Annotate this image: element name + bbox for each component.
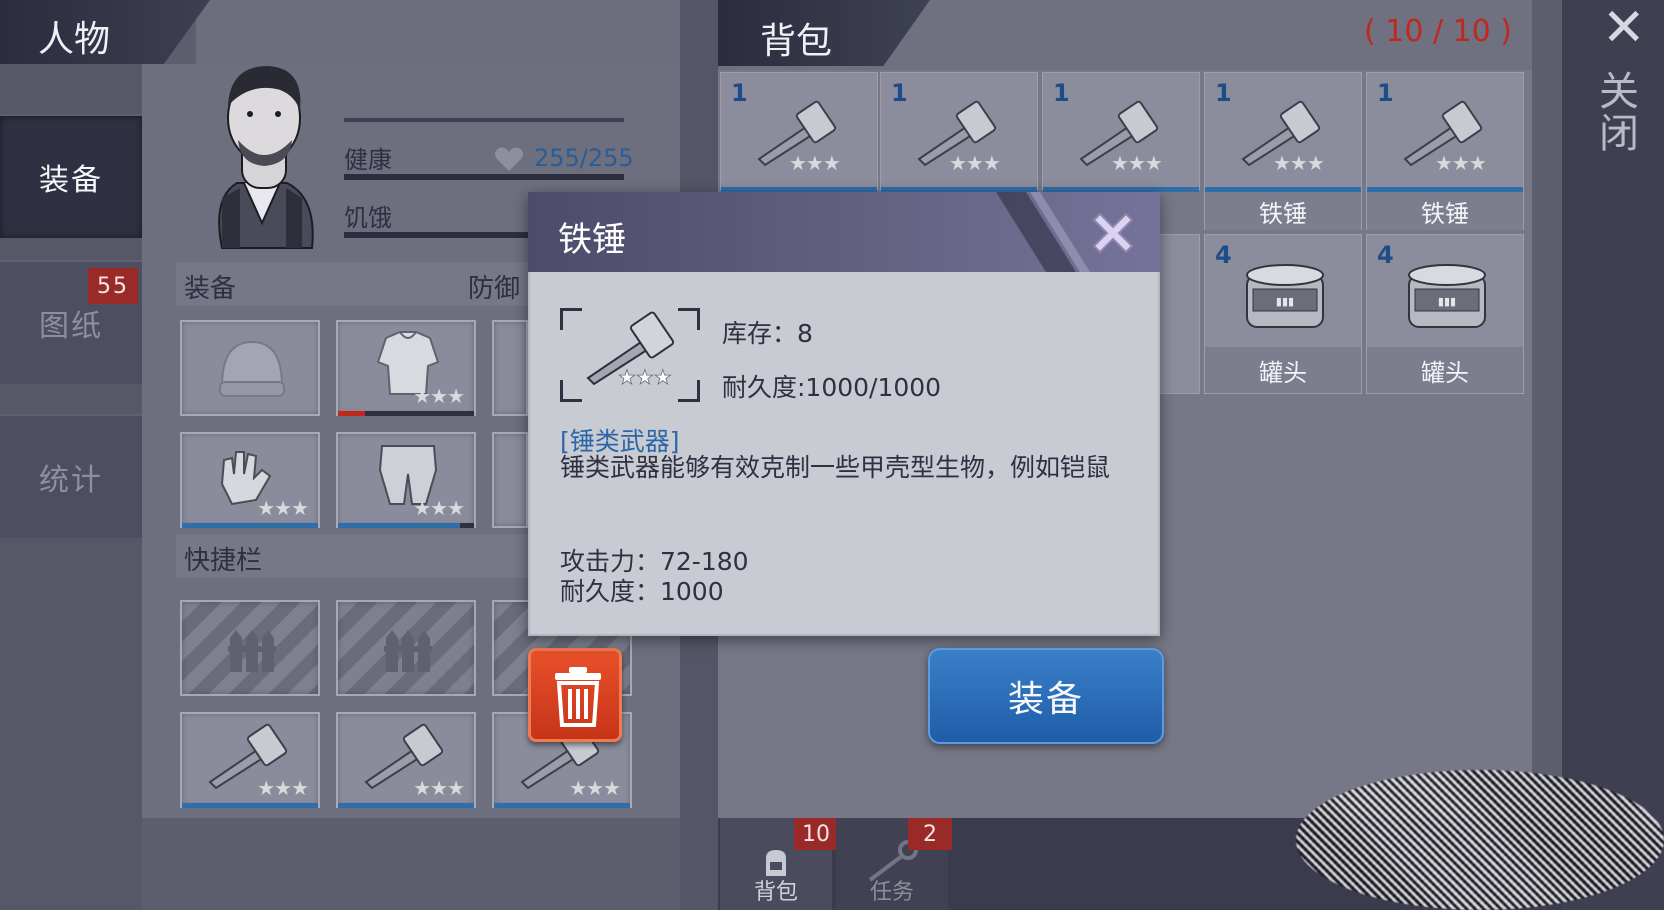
equip-slot-body[interactable]: ★★★ (336, 320, 476, 416)
inventory-slot-qty: 1 (1053, 79, 1070, 107)
tab-statistics[interactable]: 统计 (0, 414, 142, 538)
inventory-slot-can-1[interactable]: 4 ▮▮▮ 罐头 (1204, 234, 1362, 394)
quickbar-section-title: 快捷栏 (184, 546, 263, 576)
equip-hands-stars: ★★★ (257, 496, 309, 520)
inventory-slot-qty: 1 (1215, 79, 1232, 107)
equip-slot-partial-2[interactable] (492, 432, 528, 528)
tab-blueprints-label: 图纸 (39, 309, 103, 344)
fence-icon (384, 630, 432, 672)
can-icon: ▮▮▮ (1408, 264, 1486, 328)
tab-equipment[interactable]: 装备 (0, 114, 142, 238)
popup-durability: 耐久度：1000 (560, 577, 724, 606)
tab-backpack[interactable]: 10 背包 (720, 818, 838, 910)
inventory-slot-stars: ★★★ (949, 151, 1001, 175)
inventory-capacity: ( 10 / 10 ) (1364, 14, 1513, 49)
inventory-slot-stars: ★★★ (1435, 151, 1487, 175)
close-icon[interactable]: ✕ (1602, 2, 1646, 54)
quickbar-hammer-2-stars: ★★★ (413, 776, 465, 800)
inventory-slot-2[interactable]: 1 ★★★ (880, 72, 1038, 192)
fence-icon (228, 630, 276, 672)
beanie-icon (219, 340, 285, 397)
svg-text:▮▮▮: ▮▮▮ (1276, 295, 1294, 308)
can-icon: ▮▮▮ (1246, 264, 1324, 328)
inventory-slot-name: 罐头 (1367, 347, 1523, 393)
trash-icon (555, 667, 601, 727)
inventory-slot-stars: ★★★ (1111, 151, 1163, 175)
inventory-slot-name: 罐头 (1205, 347, 1361, 393)
equip-slot-partial-1[interactable] (492, 320, 528, 416)
popup-stock: 库存：8 (722, 319, 813, 348)
popup-close-button[interactable] (1084, 204, 1142, 262)
equip-legs-stars: ★★★ (413, 496, 465, 520)
hammer-icon: ★★★ (586, 311, 675, 388)
quickbar-slot-locked-1[interactable] (180, 600, 320, 696)
discard-button[interactable] (528, 648, 622, 742)
popup-durability-ratio: 耐久度:1000/1000 (722, 373, 942, 402)
equipment-section-title: 装备 (184, 274, 237, 304)
equip-button-label: 装备 (1007, 679, 1084, 720)
tab-backpack-label: 背包 (753, 880, 798, 905)
popup-title: 铁锤 (558, 220, 626, 260)
character-portrait (218, 66, 314, 249)
equip-legs-durability (338, 523, 474, 528)
quickbar-slot-hammer-1[interactable]: ★★★ (180, 712, 320, 808)
character-header-title: 人物 (38, 19, 111, 60)
quickbar-hammer-3-stars: ★★★ (569, 776, 621, 800)
quickbar-hammer-3-durability (494, 803, 630, 808)
tab-blueprints[interactable]: 图纸 55 (0, 260, 142, 384)
equip-slot-hands[interactable]: ★★★ (180, 432, 320, 528)
inventory-slot-qty: 4 (1215, 241, 1232, 269)
equip-body-durability (338, 411, 474, 416)
inventory-slot-can-2[interactable]: 4 ▮▮▮ 罐头 (1366, 234, 1524, 394)
inventory-slot-qty: 4 (1377, 241, 1394, 269)
inventory-slot-qty: 1 (891, 79, 908, 107)
equip-slot-head[interactable] (180, 320, 320, 416)
blueprints-badge: 55 (88, 268, 138, 304)
inventory-header-title: 背包 (760, 21, 833, 62)
missions-badge: 2 (908, 818, 952, 850)
noise-overlay (1296, 770, 1664, 910)
stats-divider (344, 118, 624, 122)
quickbar-hammer-1-stars: ★★★ (257, 776, 309, 800)
quickbar-hammer-1-durability (182, 803, 318, 808)
backpack-badge: 10 (794, 818, 838, 850)
defense-label: 防御 (468, 274, 521, 304)
svg-text:▮▮▮: ▮▮▮ (1438, 295, 1456, 308)
quickbar-slot-hammer-2[interactable]: ★★★ (336, 712, 476, 808)
quickbar-slot-locked-2[interactable] (336, 600, 476, 696)
equip-slot-legs[interactable]: ★★★ (336, 432, 476, 528)
frame-corner-tl (560, 308, 582, 330)
inventory-slot-qty: 1 (1377, 79, 1394, 107)
heart-icon (494, 147, 524, 171)
inventory-slot-3[interactable]: 1 ★★★ (1042, 72, 1200, 192)
inventory-slot-5[interactable]: 1 ★★★ 铁锤 (1366, 72, 1524, 230)
inventory-slot-stars: ★★★ (789, 151, 841, 175)
equip-hands-durability (182, 523, 318, 528)
inventory-slot-1[interactable]: 1 ★★★ (720, 72, 878, 192)
equip-body-stars: ★★★ (413, 384, 465, 408)
inventory-slot-name: 铁锤 (1367, 192, 1523, 230)
health-label: 健康 (344, 146, 392, 174)
health-bar (344, 174, 624, 180)
character-header: 人物 (0, 0, 210, 64)
inventory-slot-name: 铁锤 (1205, 192, 1361, 230)
health-value: 255/255 (534, 144, 634, 172)
inventory-slot-qty: 1 (731, 79, 748, 107)
hunger-label: 饥饿 (344, 204, 392, 232)
inventory-slot-stars: ★★★ (1273, 151, 1325, 175)
tab-missions-label: 任务 (869, 880, 914, 905)
tab-statistics-label: 统计 (39, 463, 103, 498)
svg-text:★★★: ★★★ (618, 365, 672, 388)
tab-missions[interactable]: 2 任务 (836, 818, 952, 910)
close-x-icon (1092, 212, 1134, 254)
equip-button[interactable]: 装备 (928, 648, 1164, 744)
popup-header: 铁锤 (528, 192, 1160, 272)
quickbar-hammer-2-durability (338, 803, 474, 808)
popup-description: 锤类武器能够有效克制一些甲壳型生物，例如铠鼠 (560, 453, 1111, 482)
inventory-slot-4[interactable]: 1 ★★★ 铁锤 (1204, 72, 1362, 230)
frame-corner-bl (560, 380, 582, 402)
close-button-label[interactable]: 关闭 (1592, 70, 1644, 154)
tab-equipment-label: 装备 (39, 163, 103, 198)
